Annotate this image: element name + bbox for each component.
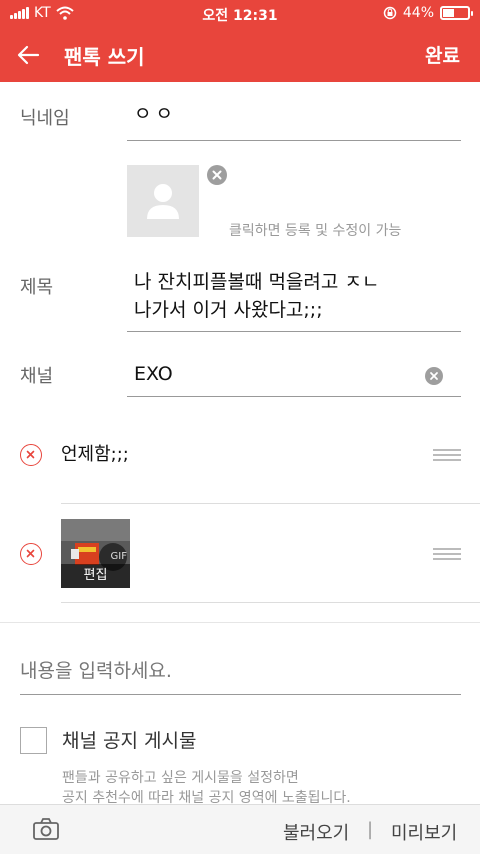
nickname-input[interactable]: ㅇㅇ [134, 100, 177, 128]
section-divider [0, 622, 480, 623]
page-title: 팬톡 쓰기 [64, 45, 145, 69]
channel-label: 채널 [20, 366, 54, 387]
edit-image-button[interactable]: 편집 [61, 564, 130, 588]
image-block-thumbnail[interactable]: GIF 편집 [61, 519, 130, 588]
subject-underline [127, 331, 461, 332]
content-underline [20, 694, 461, 695]
back-arrow-icon [17, 45, 40, 65]
preview-button[interactable]: 미리보기 [391, 819, 457, 845]
gif-badge: GIF [110, 551, 127, 562]
notice-label: 채널 공지 게시물 [62, 730, 197, 752]
status-right: 44% [383, 5, 473, 21]
remove-icon [26, 549, 35, 558]
status-bar: KT 오전 12:31 44% [0, 0, 480, 28]
camera-icon [33, 818, 59, 840]
bottom-bar: 불러오기 | 미리보기 [0, 804, 480, 854]
channel-underline [127, 396, 461, 397]
nav-bar: 팬톡 쓰기 완료 [0, 28, 480, 82]
clear-icon [212, 170, 222, 180]
drag-handle-icon[interactable] [433, 548, 461, 560]
nickname-label: 닉네임 [20, 108, 70, 129]
thumbnail-hint: 클릭하면 등록 및 수정이 가능 [229, 223, 402, 239]
remove-icon [26, 450, 35, 459]
drag-handle-icon[interactable] [433, 449, 461, 461]
notice-checkbox[interactable] [20, 727, 47, 754]
battery-percent: 44% [402, 5, 434, 21]
notice-desc-line-1: 팬들과 공유하고 싶은 게시물을 설정하면 [62, 770, 299, 786]
back-button[interactable] [12, 40, 44, 70]
content-input[interactable]: 내용을 입력하세요. [20, 657, 172, 685]
header: KT 오전 12:31 44% 팬톡 쓰기 완료 [0, 0, 480, 82]
avatar-placeholder-icon [147, 184, 179, 219]
subject-label: 제목 [20, 277, 54, 298]
text-block[interactable]: 언제함;;; [61, 441, 129, 469]
bottom-separator: | [367, 819, 374, 840]
subject-line-2[interactable]: 나가서 이거 사왔다고;;; [134, 296, 323, 324]
lock-rotation-icon [383, 6, 397, 20]
block-divider [61, 602, 480, 603]
block-divider [61, 503, 480, 504]
subject-line-1[interactable]: 나 잔치피플볼때 먹을려고 ㅈㄴ [134, 268, 379, 296]
channel-clear-button[interactable] [425, 367, 443, 385]
done-button[interactable]: 완료 [425, 41, 460, 68]
battery-fill [443, 9, 455, 17]
thumbnail-upload[interactable] [127, 165, 199, 237]
remove-block-button[interactable] [20, 444, 42, 466]
channel-input[interactable]: EXO [134, 360, 173, 388]
load-button[interactable]: 불러오기 [283, 819, 349, 845]
battery-icon [440, 6, 473, 20]
nickname-underline [127, 140, 461, 141]
clear-icon [430, 372, 438, 380]
thumbnail-clear-button[interactable] [207, 165, 227, 185]
camera-button[interactable] [32, 817, 60, 845]
remove-block-button[interactable] [20, 543, 42, 565]
